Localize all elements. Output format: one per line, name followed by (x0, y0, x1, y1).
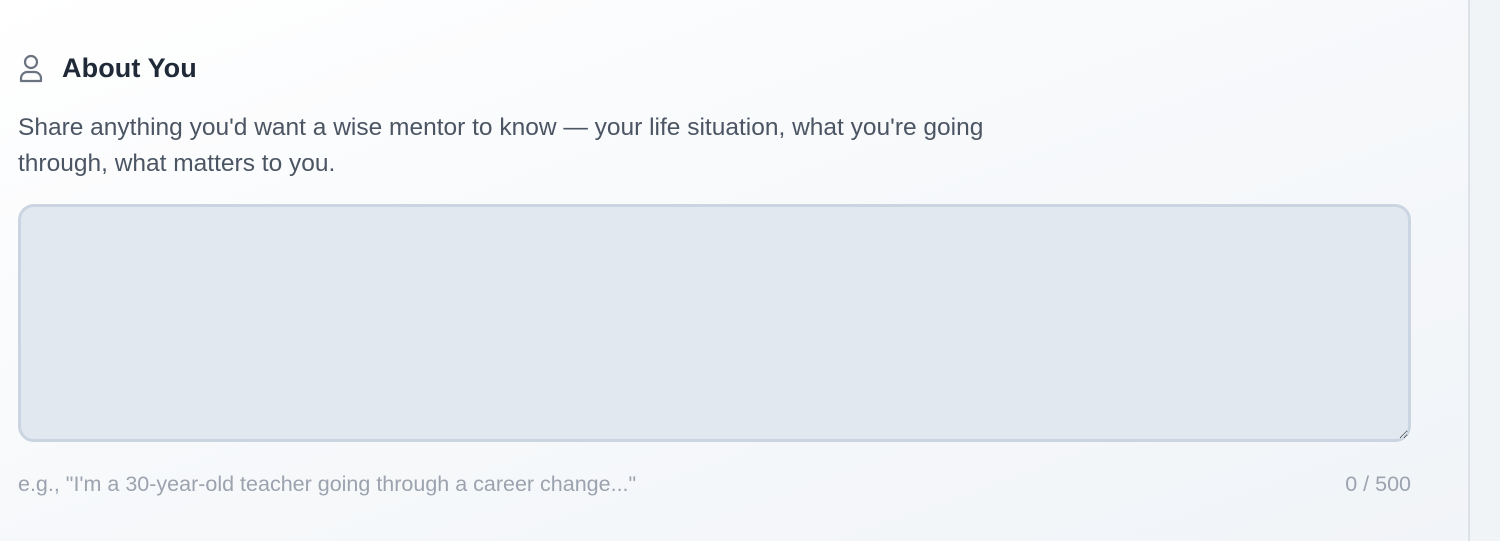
about-you-textarea-wrapper (18, 204, 1411, 442)
example-hint: e.g., "I'm a 30-year-old teacher going t… (18, 472, 637, 496)
person-icon (19, 54, 43, 83)
about-you-textarea[interactable] (18, 204, 1411, 442)
character-counter: 0 / 500 (1345, 472, 1411, 496)
right-panel-edge (1468, 0, 1500, 541)
about-you-section: About You Share anything you'd want a wi… (18, 0, 1412, 541)
section-heading: About You (18, 50, 197, 86)
section-title: About You (62, 52, 197, 83)
section-description: Share anything you'd want a wise mentor … (18, 114, 984, 177)
